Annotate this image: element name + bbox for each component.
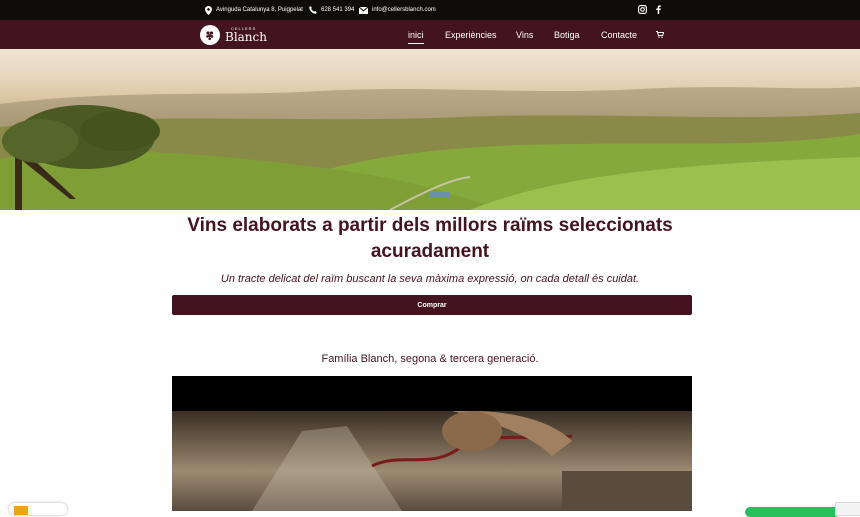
language-switcher[interactable] — [9, 503, 67, 515]
nav-item-vins[interactable]: Vins — [516, 20, 533, 49]
top-contact-bar: Avinguda Catalunya 8, Puigpelat 628 541 … — [0, 0, 860, 20]
brand-logo[interactable]: CELLERS Blanch — [200, 23, 267, 46]
email-item[interactable]: info@cellersblanch.com — [359, 0, 436, 20]
brand-title: Blanch — [225, 29, 267, 44]
phone-text: 628 541 394 — [321, 7, 355, 13]
recaptcha-badge[interactable] — [835, 502, 860, 516]
chat-widget[interactable] — [745, 507, 840, 517]
email-text: info@cellersblanch.com — [372, 7, 436, 13]
page-subheadline: Un tracte delicat del raïm buscant la se… — [220, 273, 640, 285]
nav-item-experiencies[interactable]: Experiències — [445, 20, 497, 49]
envelope-icon — [359, 6, 368, 14]
instagram-icon[interactable] — [638, 5, 647, 14]
grape-icon — [200, 24, 220, 45]
phone-icon — [309, 6, 317, 14]
nav-item-contacte[interactable]: Contacte — [601, 20, 637, 49]
main-navbar: CELLERS Blanch inici Experiències Vins B… — [0, 20, 860, 49]
map-pin-icon — [205, 5, 212, 15]
wine-video[interactable] — [172, 376, 692, 511]
hero-vineyard-image — [0, 49, 860, 210]
video-frame-image — [172, 411, 692, 511]
phone-item[interactable]: 628 541 394 — [309, 0, 354, 20]
page-headline: Vins elaborats a partir dels millors raï… — [187, 215, 673, 262]
brand-name: CELLERS Blanch — [225, 26, 267, 44]
address-item: Avinguda Catalunya 8, Puigpelat — [205, 0, 303, 20]
family-caption: Família Blanch, segona & tercera generac… — [321, 353, 539, 365]
buy-button[interactable]: Comprar — [172, 295, 692, 315]
cart-button[interactable] — [656, 20, 664, 49]
address-text: Avinguda Catalunya 8, Puigpelat — [216, 7, 303, 13]
nav-item-inici[interactable]: inici — [408, 20, 424, 49]
cart-icon — [656, 31, 664, 38]
facebook-icon[interactable] — [656, 5, 661, 14]
nav-item-botiga[interactable]: Botiga — [554, 20, 580, 49]
